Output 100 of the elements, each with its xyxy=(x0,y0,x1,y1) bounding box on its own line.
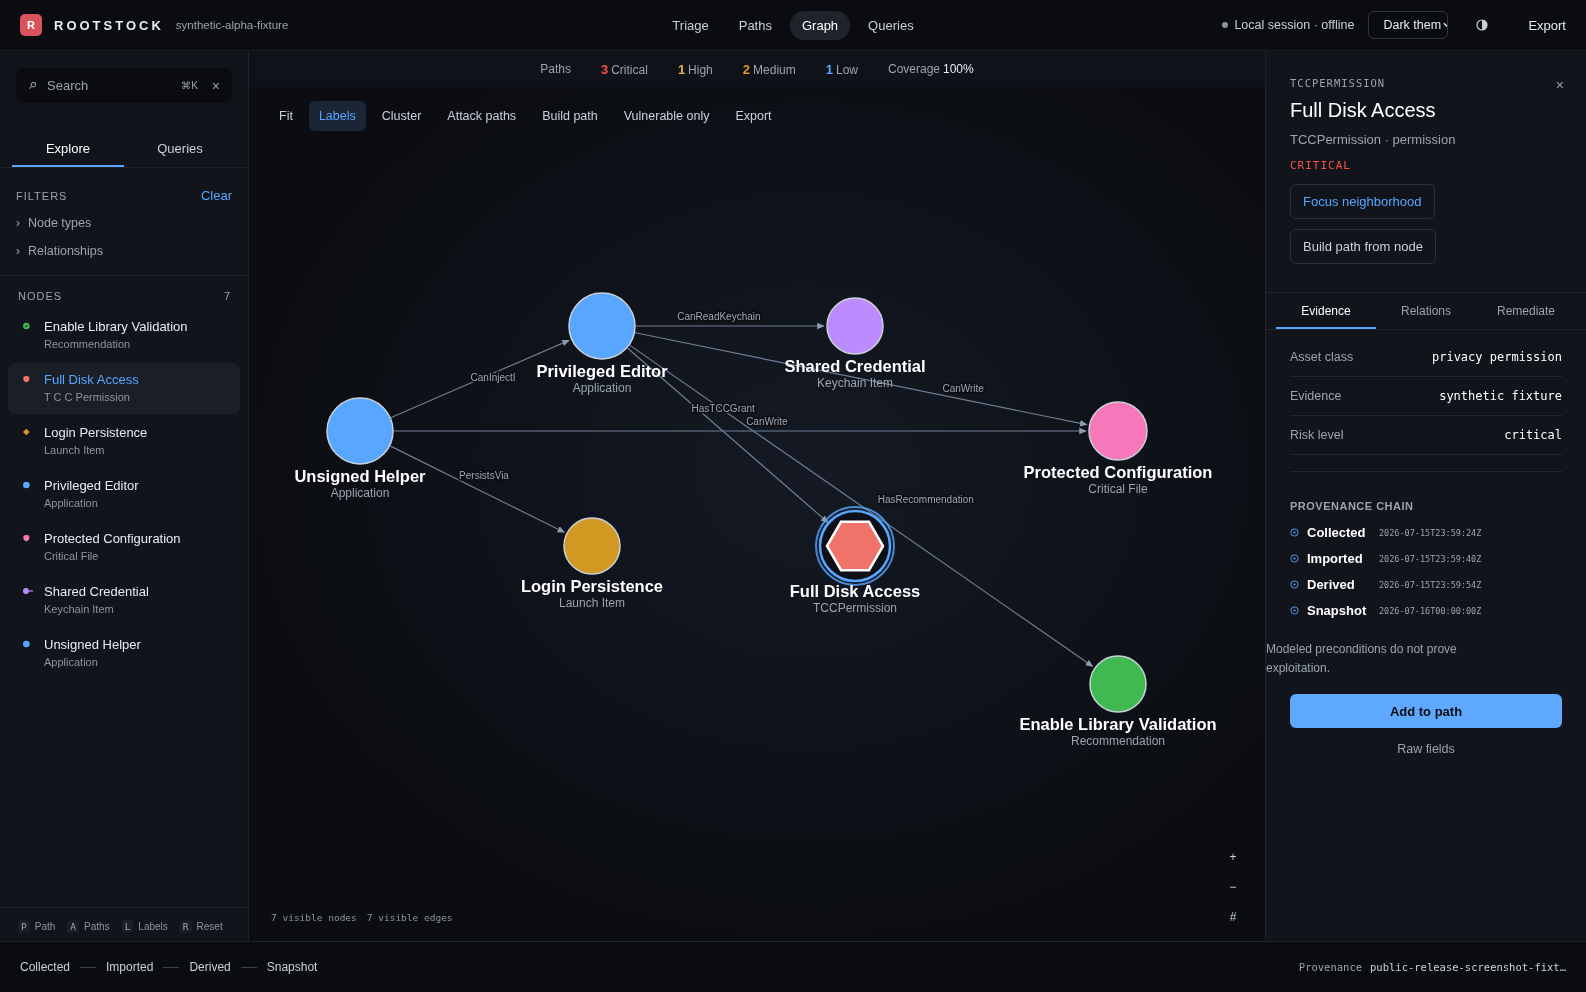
graph-node[interactable] xyxy=(563,517,621,575)
node-type: Critical File xyxy=(44,550,100,562)
node-label: Enable Library Validation xyxy=(1019,715,1217,733)
count-value: 1 xyxy=(677,61,686,77)
toolbar-button[interactable]: Attack paths xyxy=(437,101,527,131)
provenance-time: 2026-07-15T23:59:54Z xyxy=(1379,579,1482,590)
toolbar-button[interactable]: Labels xyxy=(308,101,366,131)
coverage-value: 100% xyxy=(943,62,974,76)
edge-label: HasRecommendation xyxy=(877,493,974,505)
action-button[interactable]: Focus neighborhood xyxy=(1290,184,1435,219)
shortcut-label: Path xyxy=(34,921,56,932)
count-label: Medium xyxy=(753,62,796,77)
node-list-item[interactable]: Unsigned Helper Application xyxy=(8,628,240,679)
filter-group[interactable]: › Relationships xyxy=(16,237,232,265)
graph-node[interactable] xyxy=(815,506,895,586)
nav-tab[interactable]: Queries xyxy=(856,10,926,40)
provenance-heading: PROVENANCE CHAIN xyxy=(1290,500,1415,512)
provenance-value: public-release-screenshot-fixt… xyxy=(1370,961,1566,973)
count-label: Critical xyxy=(611,62,648,77)
graph-node[interactable] xyxy=(326,397,394,465)
node-type: Keychain Item xyxy=(44,603,115,615)
graph-node[interactable] xyxy=(568,292,636,360)
node-name: Protected Configuration xyxy=(44,531,181,546)
clear-search-button[interactable]: × xyxy=(211,77,220,94)
node-list-item[interactable]: Login Persistence Launch Item xyxy=(8,416,240,467)
node-type-label: Recommendation xyxy=(1070,734,1166,748)
node-type-label: Application xyxy=(572,381,632,395)
node-name: Unsigned Helper xyxy=(44,637,141,652)
toolbar-button[interactable]: Export xyxy=(725,101,782,131)
step-icon xyxy=(1290,554,1299,563)
contrast-icon[interactable] xyxy=(1476,19,1489,31)
node-label: Shared Credential xyxy=(784,357,926,375)
node-name: Privileged Editor xyxy=(44,478,139,493)
toolbar-button[interactable]: Build path xyxy=(532,101,608,131)
status-step: Collected xyxy=(20,960,71,974)
filter-group[interactable]: › Node types xyxy=(16,209,232,237)
shortcut-label: Paths xyxy=(84,921,110,932)
node-name: Shared Credential xyxy=(44,584,149,599)
chevron-icon: › xyxy=(16,244,20,258)
add-to-path-button[interactable]: Add to path xyxy=(1290,694,1562,729)
node-list-item[interactable]: Full Disk Access T C C Permission xyxy=(8,363,240,414)
count-value: 2 xyxy=(742,61,751,77)
toolbar-button[interactable]: Cluster xyxy=(371,101,432,131)
graph-node[interactable] xyxy=(1089,655,1147,713)
field-label: Asset class xyxy=(1290,350,1354,364)
nodes-heading: NODES xyxy=(18,290,63,302)
action-button[interactable]: Build path from node xyxy=(1290,229,1436,264)
paths-label: Paths xyxy=(540,62,571,76)
field-value: critical xyxy=(1504,428,1562,442)
node-type-label: Critical File xyxy=(1088,482,1148,496)
theme-select[interactable]: Dark them xyxy=(1368,11,1449,39)
zoom-control[interactable]: + xyxy=(1225,847,1241,867)
sidebar-tab[interactable]: Explore xyxy=(12,133,124,167)
detail-tab[interactable]: Relations xyxy=(1376,293,1476,329)
shortcut-label: Labels xyxy=(138,921,168,932)
count-label: Low xyxy=(835,62,858,77)
graph-node[interactable] xyxy=(826,297,884,355)
detail-title: Full Disk Access xyxy=(1290,99,1436,122)
detail-tab[interactable]: Evidence xyxy=(1276,293,1376,329)
graph-stat: 7 visible edges xyxy=(366,912,453,923)
toolbar-button[interactable]: Fit xyxy=(269,101,303,131)
provenance-step: Derived xyxy=(1307,577,1371,592)
field-label: Evidence xyxy=(1290,389,1342,403)
edge-label: CanReadKeychain xyxy=(677,311,761,322)
shortcut-label: Reset xyxy=(196,921,223,932)
nav-tab[interactable]: Paths xyxy=(726,10,784,40)
detail-tab[interactable]: Remediate xyxy=(1476,293,1576,329)
raw-fields-link[interactable]: Raw fields xyxy=(1397,742,1455,757)
provenance-step: Snapshot xyxy=(1307,603,1371,618)
close-button[interactable]: × xyxy=(1555,77,1564,93)
count-value: 3 xyxy=(600,61,609,77)
export-button[interactable]: Export xyxy=(1528,17,1566,33)
step-icon xyxy=(1290,606,1299,615)
sidebar-tab[interactable]: Queries xyxy=(124,133,236,167)
nav-tab[interactable]: Graph xyxy=(789,10,851,40)
detail-subtitle: TCCPermission · permission xyxy=(1290,132,1456,147)
zoom-control[interactable]: − xyxy=(1225,877,1241,897)
node-kind: TCCPERMISSION xyxy=(1290,77,1386,91)
nav-tab[interactable]: Triage xyxy=(660,10,721,40)
node-list-item[interactable]: Enable Library Validation Recommendation xyxy=(8,310,240,361)
status-step: Snapshot xyxy=(266,960,318,974)
edge-label: PersistsVia xyxy=(459,469,509,481)
provenance-step: Imported xyxy=(1307,551,1371,566)
provenance-label: Provenance xyxy=(1298,961,1363,973)
toolbar-button[interactable]: Vulnerable only xyxy=(613,101,720,131)
graph-node[interactable] xyxy=(1088,401,1148,461)
step-icon xyxy=(1290,580,1299,589)
node-label: Protected Configuration xyxy=(1023,463,1213,481)
zoom-control[interactable]: # xyxy=(1225,907,1241,927)
search-field[interactable]: Search ⌘K × xyxy=(16,68,232,103)
node-list-item[interactable]: Privileged Editor Application xyxy=(8,469,240,520)
node-list-item[interactable]: Shared Credential Keychain Item xyxy=(8,575,240,626)
clear-filters-link[interactable]: Clear xyxy=(200,188,232,203)
status-step: Imported xyxy=(106,960,154,974)
field-value: privacy permission xyxy=(1431,350,1562,364)
node-type-label: Launch Item xyxy=(559,596,625,610)
node-type: Application xyxy=(44,497,99,509)
node-type-label: Application xyxy=(330,486,390,500)
node-name: Full Disk Access xyxy=(44,372,139,387)
node-list-item[interactable]: Protected Configuration Critical File xyxy=(8,522,240,573)
